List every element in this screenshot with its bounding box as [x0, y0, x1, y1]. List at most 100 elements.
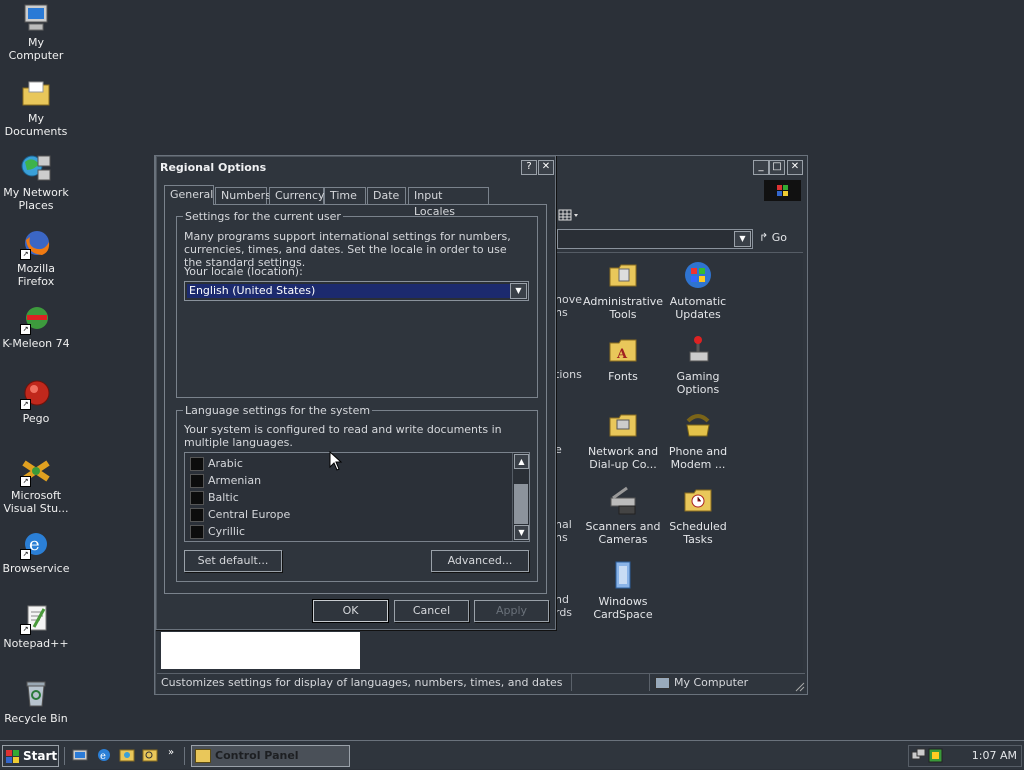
ie-quicklaunch-icon[interactable]: e [96, 747, 112, 763]
explorer-quicklaunch-icon[interactable] [119, 747, 135, 763]
taskbar: Start e » Control Panel 1:07 AM [0, 740, 1024, 769]
tab-general[interactable]: General [164, 185, 214, 205]
desktop-icon-visual-studio[interactable]: ↗ Microsoft Visual Stu... [0, 455, 72, 515]
user-group-description: Many programs support international sett… [184, 230, 511, 269]
cp-item-network-dialup[interactable]: Network and Dial-up Co... [583, 409, 663, 471]
status-zone: My Computer [651, 674, 801, 691]
notepadpp-icon: ↗ [20, 603, 52, 635]
desktop-icon-notepadpp[interactable]: ↗ Notepad++ [0, 603, 72, 650]
windows-logo-icon [764, 180, 801, 201]
cp-item-fonts[interactable]: A Fonts [583, 334, 663, 383]
scheduled-tasks-icon [682, 484, 714, 516]
views-icon[interactable] [557, 208, 579, 222]
partial-item-label: ns [555, 306, 568, 319]
go-arrow-icon: ↱ [759, 231, 769, 244]
language-item[interactable]: Cyrillic [190, 523, 245, 540]
cp-item-scheduled-tasks[interactable]: Scheduled Tasks [658, 484, 738, 546]
address-bar[interactable]: ▼ [557, 229, 753, 249]
desktop-icon-browservice[interactable]: e ↗ Browservice [0, 528, 72, 575]
gaming-options-icon [682, 334, 714, 366]
svg-text:e: e [100, 751, 106, 762]
locale-combo[interactable]: English (United States) ▼ [184, 281, 529, 301]
language-item[interactable]: Armenian [190, 472, 261, 489]
tab-numbers[interactable]: Numbers [215, 187, 271, 204]
desktop-icon-label: Browservice [2, 562, 70, 575]
divider [184, 747, 185, 765]
desktop-icon-my-computer[interactable]: My Computer [0, 2, 72, 62]
taskbar-button-control-panel[interactable]: Control Panel [191, 745, 350, 767]
language-list-scrollbar[interactable]: ▲ ▼ [512, 453, 529, 541]
language-item[interactable]: Arabic [190, 455, 243, 472]
control-panel-small-icon [195, 749, 211, 763]
svg-text:A: A [616, 347, 628, 362]
desktop-icon-label: K-Meleon 74 [2, 337, 70, 350]
advanced-button[interactable]: Advanced... [431, 550, 529, 572]
combo-arrow-icon[interactable]: ▼ [510, 283, 527, 299]
shortcut-arrow-icon: ↗ [20, 624, 31, 635]
blank-panel [161, 632, 360, 669]
scroll-thumb[interactable] [514, 484, 528, 524]
partial-item-label: nove [555, 293, 582, 306]
start-button[interactable]: Start [2, 745, 59, 767]
desktop-icon-label: My Documents [4, 112, 68, 138]
language-item[interactable]: Central Europe [190, 506, 290, 523]
set-default-button[interactable]: Set default... [184, 550, 282, 572]
cp-item-phone-modem[interactable]: Phone and Modem ... [658, 409, 738, 471]
help-button[interactable]: ? [521, 160, 537, 175]
desktop-icon-network-places[interactable]: My Network Places [0, 152, 72, 212]
maximize-button[interactable]: □ [769, 160, 785, 175]
close-button[interactable]: ✕ [787, 160, 803, 175]
desktop-icon-pego[interactable]: ↗ Pego [0, 378, 72, 425]
browservice-icon: e ↗ [20, 528, 52, 560]
clock[interactable]: 1:07 AM [953, 746, 1017, 766]
address-dropdown-arrow-icon[interactable]: ▼ [734, 231, 751, 247]
desktop-icon-recycle-bin[interactable]: Recycle Bin [0, 678, 72, 725]
desktop-icon-k-meleon[interactable]: ↗ K-Meleon 74 [0, 303, 72, 350]
partial-item-label: nd [555, 593, 569, 606]
desktop-icon-label: Pego [22, 412, 50, 425]
dialog-close-button[interactable]: ✕ [538, 160, 554, 175]
status-text: Customizes settings for display of langu… [157, 674, 572, 691]
administrative-tools-icon [607, 259, 639, 291]
cp-item-administrative-tools[interactable]: Administrative Tools [583, 259, 663, 321]
shortcut-arrow-icon: ↗ [20, 399, 31, 410]
phone-modem-icon [682, 409, 714, 441]
desktop-icon-my-documents[interactable]: My Documents [0, 78, 72, 138]
general-tab-panel: Settings for the current user Many progr… [164, 204, 547, 594]
quicklaunch-more-icon[interactable]: » [168, 747, 174, 758]
show-desktop-icon[interactable] [72, 747, 88, 763]
group-legend: Settings for the current user [183, 210, 343, 223]
cp-item-windows-cardspace[interactable]: Windows CardSpace [583, 559, 663, 621]
tab-input-locales[interactable]: Input Locales [408, 187, 489, 218]
ok-button[interactable]: OK [312, 599, 389, 623]
search-quicklaunch-icon[interactable] [142, 747, 158, 763]
scroll-up-icon[interactable]: ▲ [514, 454, 529, 469]
checkbox[interactable] [190, 491, 204, 505]
system-group-description: Your system is configured to read and wr… [184, 423, 502, 449]
desktop-icon-firefox[interactable]: ↗ Mozilla Firefox [0, 228, 72, 288]
cp-item-automatic-updates[interactable]: Automatic Updates [658, 259, 738, 321]
checkbox[interactable] [190, 457, 204, 471]
network-tray-icon[interactable] [911, 748, 926, 763]
resize-grip-icon[interactable] [793, 680, 805, 692]
checkbox[interactable] [190, 525, 204, 539]
checkbox[interactable] [190, 508, 204, 522]
apply-button[interactable]: Apply [474, 600, 549, 622]
minimize-button[interactable]: _ [753, 160, 769, 175]
go-button[interactable]: ↱ Go [759, 229, 801, 247]
cp-item-gaming-options[interactable]: Gaming Options [658, 334, 738, 396]
shortcut-arrow-icon: ↗ [20, 476, 31, 487]
tab-time[interactable]: Time [324, 187, 366, 204]
checkbox[interactable] [190, 474, 204, 488]
language-list[interactable]: Arabic Armenian Baltic Central Europe Cy… [184, 452, 530, 542]
app-tray-icon[interactable] [928, 748, 943, 763]
divider [64, 747, 65, 765]
cancel-button[interactable]: Cancel [394, 600, 469, 622]
desktop-icon-label: Microsoft Visual Stu... [3, 489, 69, 515]
tab-date[interactable]: Date [367, 187, 406, 204]
scroll-down-icon[interactable]: ▼ [514, 525, 529, 540]
tab-currency[interactable]: Currency [269, 187, 325, 204]
cp-item-scanners-cameras[interactable]: Scanners and Cameras [583, 484, 663, 546]
language-item[interactable]: Baltic [190, 489, 239, 506]
regional-options-dialog[interactable]: Regional Options ? ✕ General Numbers Cur… [155, 155, 556, 630]
